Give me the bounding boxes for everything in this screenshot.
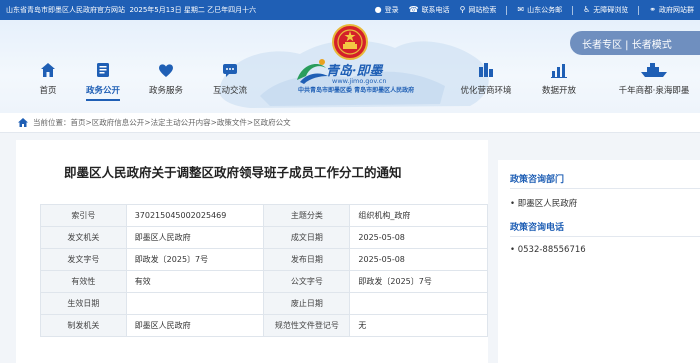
breadcrumb-item-info-public[interactable]: 区政府信息公开 [92, 117, 145, 128]
nav-label: 优化营商环境 [460, 86, 512, 96]
meta-value: 组织机构_政府 [349, 204, 488, 227]
table-row: 制发机关 即墨区人民政府 规范性文件登记号 无 [40, 314, 488, 337]
nav-item-gov-affairs-public[interactable]: 政务公开 [68, 61, 138, 101]
home-icon [18, 118, 28, 127]
article-title: 即墨区人民政府关于调整区政府领导班子成员工作分工的通知 [64, 165, 402, 180]
current-date: 2025年5月13日 星期二 乙巳年四月十六 [129, 6, 257, 14]
breadcrumb-item-home[interactable]: 首页 [71, 117, 86, 128]
policy-dept-value: • 即墨区人民政府 [510, 199, 578, 209]
nav-label: 数据开放 [541, 86, 576, 96]
meta-key: 发文机关 [40, 226, 127, 249]
gov-sites-link[interactable]: ⚭ 政府网站群 [649, 5, 694, 15]
meta-value: 有效 [125, 270, 265, 293]
nav-item-interaction[interactable]: 互动交流 [195, 61, 265, 96]
meta-value: 无 [349, 314, 488, 337]
meta-value: 370215045002025469 [125, 204, 265, 227]
building-icon [479, 63, 493, 77]
site-name: 山东省青岛市即墨区人民政府官方网站 2025年5月13日 星期二 乙巳年四月十六 [6, 6, 257, 14]
breadcrumb-item-gov-documents[interactable]: 区政府公文 [253, 117, 291, 128]
meta-value [125, 292, 265, 315]
top-bar: 山东省青岛市即墨区人民政府官方网站 2025年5月13日 星期二 乙巳年四月十六… [0, 0, 700, 20]
meta-value: 2025-05-08 [349, 248, 488, 271]
meta-key: 发布日期 [263, 248, 351, 271]
table-row: 有效性 有效 公文字号 即政发〔2025〕7号 [40, 270, 488, 293]
nav-label: 互动交流 [212, 86, 247, 96]
top-links: ● 登录 ☎ 联系电话 ⚲ 网站检索 ✉ 山东公务邮 ♿ 无障碍浏览 ⚭ 政府网站群 [375, 5, 694, 15]
nav-label: 政务公开 [85, 86, 120, 96]
nav-item-data-open[interactable]: 数据开放 [524, 61, 594, 96]
logo-subtitle: 中共青岛市即墨区委 青岛市即墨区人民政府 [298, 87, 415, 94]
meta-value: 即政发〔2025〕7号 [125, 248, 265, 271]
article-panel: 即墨区人民政府关于调整区政府领导班子成员工作分工的通知 索引号 37021504… [16, 140, 488, 363]
site-logo[interactable]: 青岛·即墨 www.jimo.gov.cn 中共青岛市即墨区委 青岛市即墨区人民… [288, 54, 428, 110]
meta-value: 2025-05-08 [349, 226, 488, 249]
home-icon [41, 63, 55, 77]
policy-dept-heading: 政策咨询部门 [510, 175, 565, 185]
meta-key: 发文字号 [40, 248, 127, 271]
nav-label: 首页 [39, 86, 57, 96]
logo-url: www.jimo.gov.cn [332, 77, 387, 85]
meta-value: 即墨区人民政府 [125, 314, 265, 337]
meta-key: 主题分类 [263, 204, 351, 227]
meta-value: 即政发〔2025〕7号 [349, 270, 488, 293]
site-search-link[interactable]: ⚲ 网站检索 [460, 5, 497, 15]
nav-item-business-environment[interactable]: 优化营商环境 [451, 61, 521, 96]
breadcrumb: 当前位置： 首页 > 区政府信息公开 > 法定主动公开内容 > 政策文件 > 区… [0, 113, 700, 133]
breadcrumb-item-policy-documents[interactable]: 政策文件 [217, 117, 247, 128]
breadcrumb-prefix: 当前位置： [33, 118, 71, 127]
divider [506, 5, 508, 15]
ship-icon [641, 63, 667, 77]
accessibility-link[interactable]: ♿ 无障碍浏览 [583, 5, 628, 15]
table-row: 发文字号 即政发〔2025〕7号 发布日期 2025-05-08 [40, 248, 488, 271]
breadcrumb-item-statutory-content[interactable]: 法定主动公开内容 [151, 117, 211, 128]
meta-value: 即墨区人民政府 [125, 226, 265, 249]
shandong-mail-link[interactable]: ✉ 山东公务邮 [517, 5, 562, 15]
search-icon: ⚲ [459, 5, 466, 14]
table-row: 生效日期 废止日期 [40, 292, 488, 315]
meta-key: 公文字号 [263, 270, 351, 293]
nav-label: 千年商都·泉海即墨 [618, 86, 690, 96]
policy-phone-heading: 政策咨询电话 [510, 223, 565, 233]
meta-value [349, 292, 488, 315]
divider [638, 5, 640, 15]
nav-item-gov-services[interactable]: 政务服务 [131, 61, 201, 96]
policy-consult-sidebar: 政策咨询部门 • 即墨区人民政府 政策咨询电话 • 0532-88556716 [498, 160, 700, 363]
document-icon [97, 63, 109, 77]
accessibility-icon: ♿ [583, 5, 591, 14]
meta-key: 规范性文件登记号 [263, 314, 351, 337]
login-link[interactable]: ● 登录 [375, 5, 399, 15]
meta-key: 废止日期 [263, 292, 351, 315]
table-row: 发文机关 即墨区人民政府 成文日期 2025-05-08 [40, 226, 488, 249]
elder-mode-button[interactable]: 长者专区 | 长者模式 [570, 31, 700, 55]
meta-key: 生效日期 [40, 292, 127, 315]
site-header: 青岛·即墨 www.jimo.gov.cn 中共青岛市即墨区委 青岛市即墨区人民… [0, 20, 700, 113]
link-icon: ⚭ [649, 5, 656, 14]
phone-icon: ☎ [408, 5, 419, 14]
nav-label: 政务服务 [148, 86, 183, 96]
meta-key: 成文日期 [263, 226, 351, 249]
contact-phone-link[interactable]: ☎ 联系电话 [409, 5, 450, 15]
divider [510, 236, 700, 237]
meta-key: 有效性 [40, 270, 127, 293]
nav-item-millennium-commerce[interactable]: 千年商都·泉海即墨 [608, 61, 700, 96]
divider [510, 188, 700, 189]
meta-key: 索引号 [40, 204, 127, 227]
chat-icon [223, 64, 237, 77]
mail-icon: ✉ [517, 5, 525, 14]
heart-icon [159, 64, 173, 77]
document-metadata-table: 索引号 370215045002025469 主题分类 组织机构_政府 发文机关… [40, 204, 488, 337]
table-row: 索引号 370215045002025469 主题分类 组织机构_政府 [40, 204, 488, 227]
meta-key: 制发机关 [40, 314, 127, 337]
policy-phone-value: • 0532-88556716 [510, 245, 586, 255]
bar-chart-icon [551, 64, 567, 78]
user-icon: ● [374, 5, 382, 14]
divider [572, 5, 574, 15]
